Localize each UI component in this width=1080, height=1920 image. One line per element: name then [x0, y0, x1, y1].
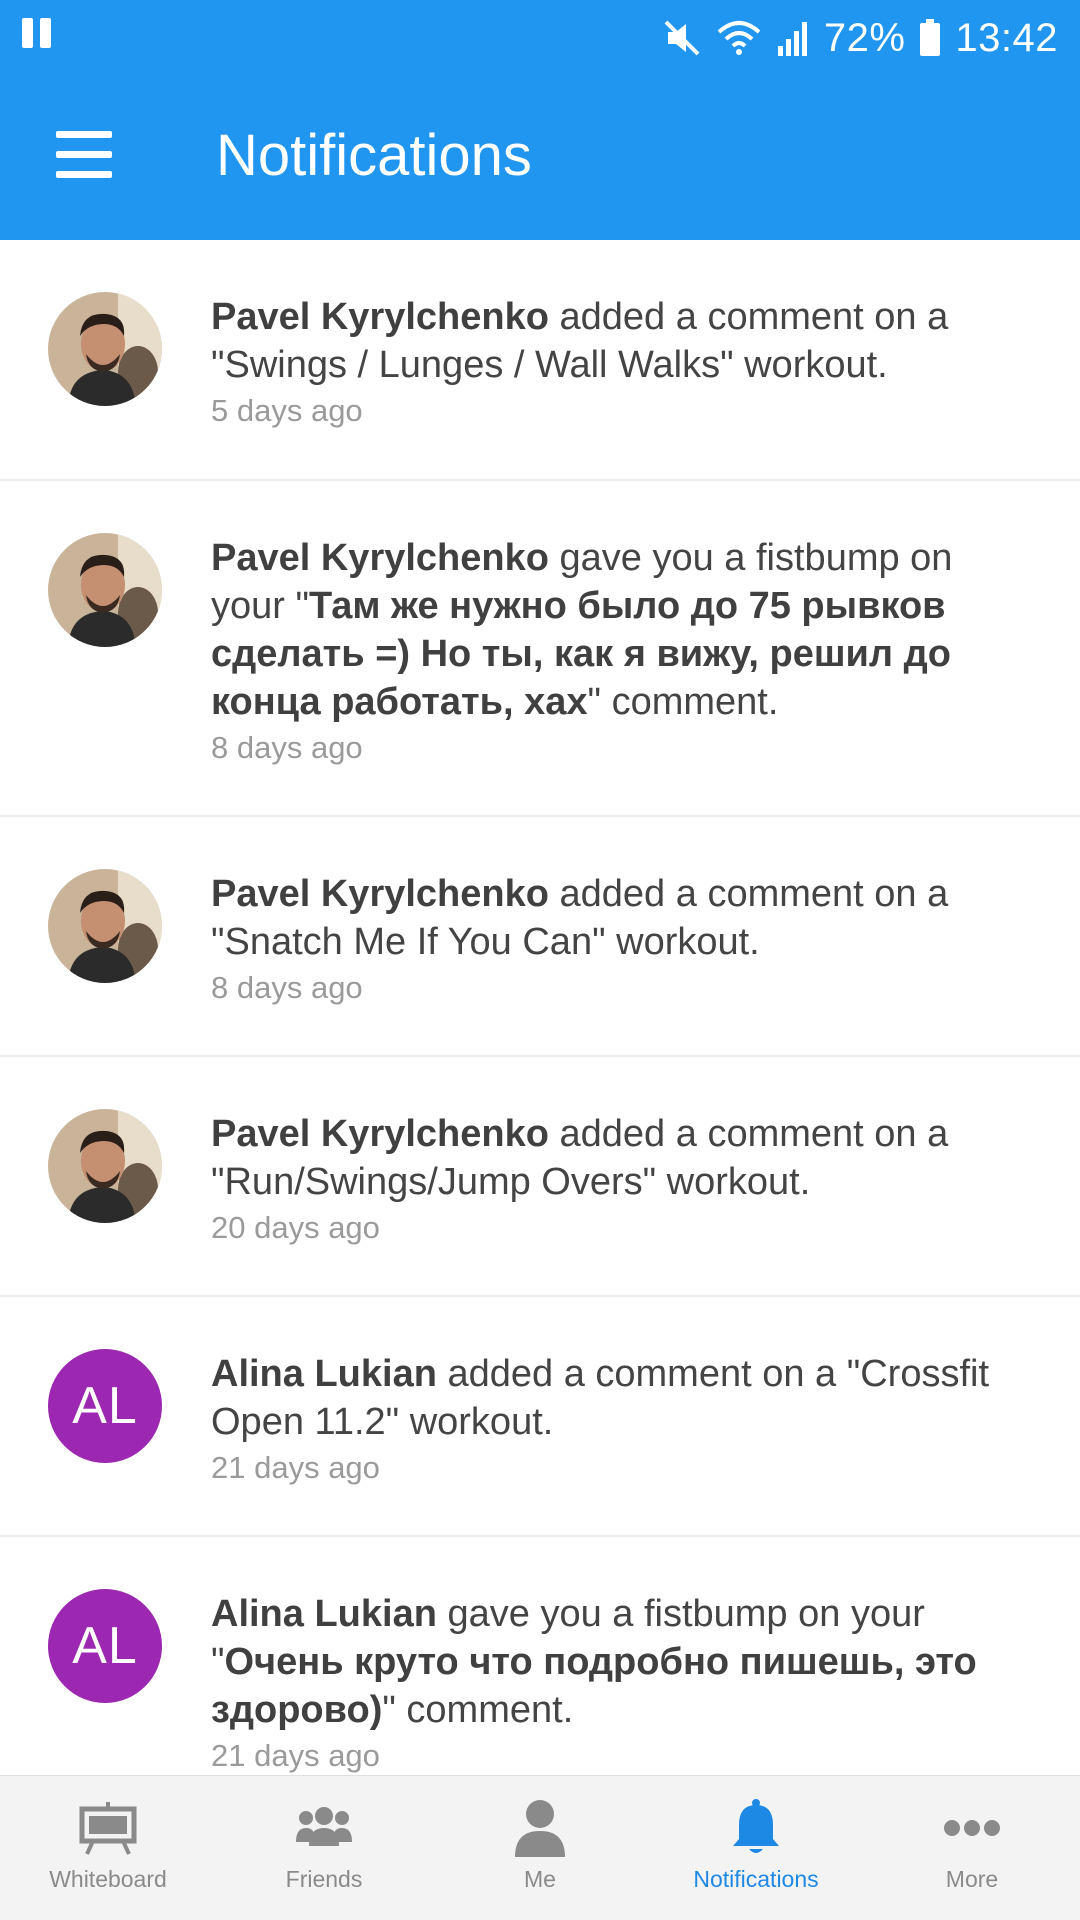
avatar-initials[interactable]: AL	[48, 1349, 162, 1463]
nav-notifications[interactable]: Notifications	[648, 1776, 864, 1920]
nav-label: Notifications	[693, 1866, 819, 1892]
notification-suffix: " comment.	[587, 681, 779, 723]
pause-icon	[22, 18, 51, 48]
nav-label: Friends	[285, 1866, 363, 1892]
user-photo-icon	[48, 533, 162, 647]
actor-name: Pavel Kyrylchenko	[211, 873, 549, 915]
whiteboard-icon	[79, 1798, 137, 1858]
nav-more[interactable]: More	[864, 1776, 1080, 1920]
avatar[interactable]	[48, 533, 162, 647]
notification-text: Alina Lukian added a comment on a "Cross…	[211, 1350, 1030, 1446]
avatar[interactable]	[48, 292, 162, 406]
notification-item[interactable]: AL Alina Lukian added a comment on a "Cr…	[0, 1297, 1080, 1537]
avatar[interactable]	[48, 1109, 162, 1223]
notification-suffix: " comment.	[382, 1689, 574, 1731]
mute-icon	[664, 20, 700, 56]
friends-icon	[295, 1798, 353, 1858]
clock: 13:42	[955, 15, 1058, 60]
notification-text: Pavel Kyrylchenko gave you a fistbump on…	[211, 534, 1030, 726]
avatar[interactable]	[48, 869, 162, 983]
actor-name: Alina Lukian	[211, 1353, 437, 1395]
user-photo-icon	[48, 1109, 162, 1223]
nav-label: More	[945, 1866, 999, 1892]
notification-item[interactable]: Pavel Kyrylchenko added a comment on a "…	[0, 817, 1080, 1057]
battery-percent: 72%	[823, 15, 906, 60]
notification-time: 21 days ago	[211, 1450, 380, 1485]
actor-name: Pavel Kyrylchenko	[211, 1113, 549, 1155]
signal-icon	[777, 22, 807, 56]
notification-item[interactable]: Pavel Kyrylchenko added a comment on a "…	[0, 1057, 1080, 1297]
person-icon	[514, 1798, 566, 1858]
more-dots-icon	[944, 1798, 1000, 1858]
notification-list[interactable]: Pavel Kyrylchenko added a comment on a "…	[0, 240, 1080, 1775]
notification-text: Alina Lukian gave you a fistbump on your…	[211, 1590, 1030, 1734]
notification-text: Pavel Kyrylchenko added a comment on a "…	[211, 870, 1030, 966]
quoted-comment: Там же нужно было до 75 рывков сделать =…	[211, 585, 951, 723]
notification-time: 8 days ago	[211, 970, 363, 1005]
notification-time: 21 days ago	[211, 1738, 380, 1773]
battery-icon	[920, 19, 941, 56]
status-icons: 72% 13:42	[662, 10, 1058, 66]
nav-label: Me	[524, 1866, 556, 1892]
quoted-comment: Очень круто что подробно пишешь, это здо…	[211, 1641, 977, 1731]
notification-time: 5 days ago	[211, 393, 363, 428]
status-bar: 72% 13:42	[0, 0, 1080, 75]
actor-name: Alina Lukian	[211, 1593, 437, 1635]
notification-item[interactable]: Pavel Kyrylchenko added a comment on a "…	[0, 240, 1080, 481]
page-title: Notifications	[216, 123, 532, 188]
notification-time: 20 days ago	[211, 1210, 380, 1245]
bell-icon	[731, 1798, 781, 1858]
avatar-initials[interactable]: AL	[48, 1589, 162, 1703]
nav-label: Whiteboard	[49, 1866, 167, 1892]
nav-me[interactable]: Me	[432, 1776, 648, 1920]
notification-item[interactable]: AL Alina Lukian gave you a fistbump on y…	[0, 1537, 1080, 1775]
wifi-icon	[717, 21, 761, 55]
nav-whiteboard[interactable]: Whiteboard	[0, 1776, 216, 1920]
notification-item[interactable]: Pavel Kyrylchenko gave you a fistbump on…	[0, 481, 1080, 817]
notifications-screen: 72% 13:42 Notifications Pavel Kyrylchenk…	[0, 0, 1080, 1920]
nav-friends[interactable]: Friends	[216, 1776, 432, 1920]
notification-text: Pavel Kyrylchenko added a comment on a "…	[211, 1110, 1030, 1206]
user-photo-icon	[48, 292, 162, 406]
actor-name: Pavel Kyrylchenko	[211, 537, 549, 579]
notification-text: Pavel Kyrylchenko added a comment on a "…	[211, 293, 1030, 389]
actor-name: Pavel Kyrylchenko	[211, 296, 549, 338]
bottom-navigation: Whiteboard Friends Me Notifications More	[0, 1775, 1080, 1920]
user-photo-icon	[48, 869, 162, 983]
hamburger-menu-icon[interactable]	[56, 131, 112, 178]
app-bar: Notifications	[0, 75, 1080, 240]
notification-time: 8 days ago	[211, 730, 363, 765]
